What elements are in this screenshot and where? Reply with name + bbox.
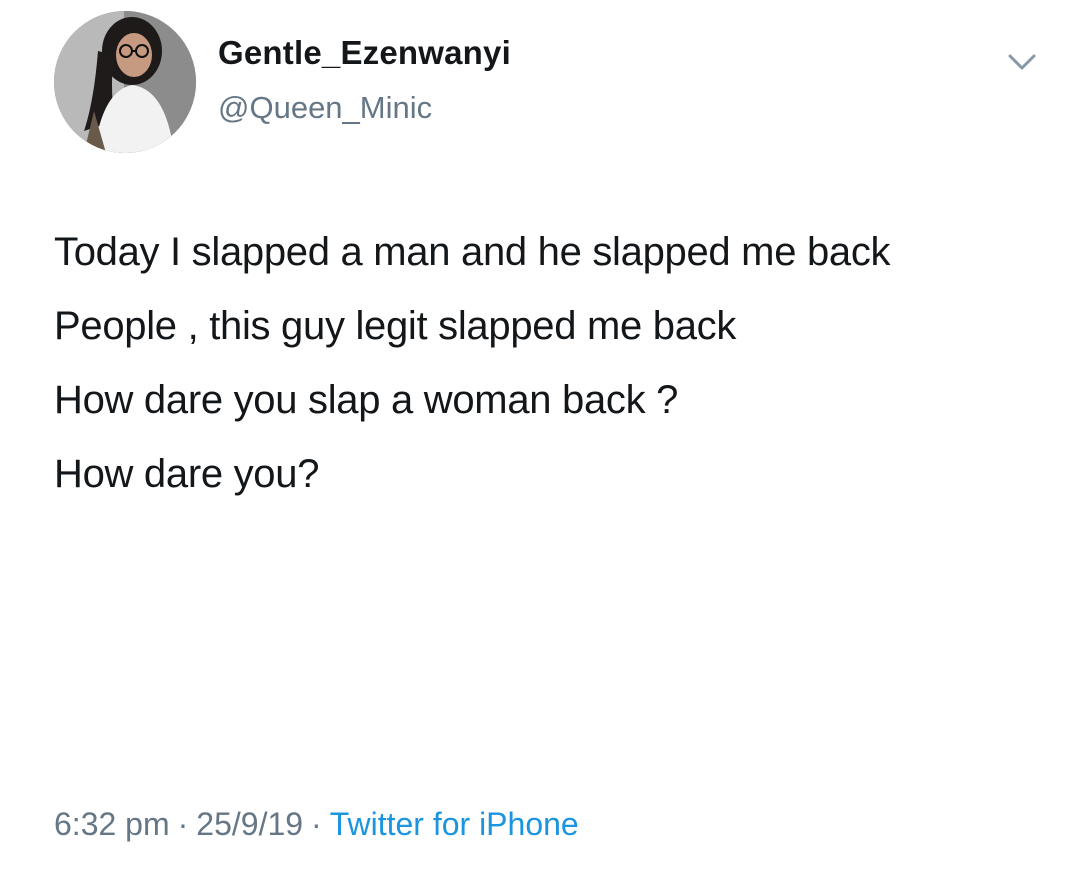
separator: · (311, 806, 322, 842)
user-handle[interactable]: @Queen_Minic (218, 90, 432, 126)
tweet-paragraph: How dare you? (54, 452, 320, 496)
tweet-source-link[interactable]: Twitter for iPhone (330, 806, 579, 842)
tweet-time[interactable]: 6:32 pm (54, 806, 170, 842)
tweet-card: Gentle_Ezenwanyi @Queen_Minic Today I sl… (0, 0, 1080, 874)
tweet-paragraph: People , this guy legit slapped me back (54, 304, 737, 348)
tweet-meta: 6:32 pm · 25/9/19 · Twitter for iPhone (54, 806, 579, 843)
chevron-down-icon[interactable] (1004, 50, 1040, 74)
tweet-text: Today I slapped a man and he slapped me … (54, 222, 1044, 518)
tweet-paragraph: How dare you slap a woman back ? (54, 378, 679, 422)
display-name[interactable]: Gentle_Ezenwanyi (218, 34, 511, 72)
avatar-image (54, 11, 196, 153)
avatar[interactable] (54, 11, 196, 153)
tweet-date[interactable]: 25/9/19 (196, 806, 303, 842)
tweet-paragraph: Today I slapped a man and he slapped me … (54, 230, 891, 274)
separator: · (177, 806, 189, 842)
